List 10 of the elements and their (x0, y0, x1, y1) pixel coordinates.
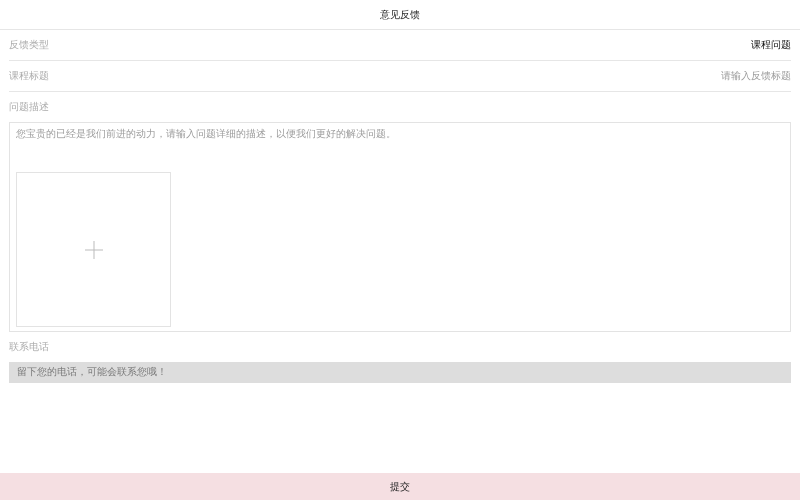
field-label: 反馈类型 (9, 38, 49, 52)
field-label: 课程标题 (9, 70, 49, 83)
submit-button[interactable]: 提交 (0, 473, 800, 500)
selected-value[interactable]: 课程问题 (751, 38, 791, 52)
field-label: 联系电话 (9, 340, 50, 355)
image-upload-button[interactable] (16, 172, 171, 327)
field-label: 问题描述 (9, 100, 50, 115)
plus-icon (84, 240, 102, 258)
phone-input-field[interactable]: 留下您的电话，可能会联系您哦！ (9, 362, 791, 383)
page-title: 意见反馈 (380, 8, 420, 22)
